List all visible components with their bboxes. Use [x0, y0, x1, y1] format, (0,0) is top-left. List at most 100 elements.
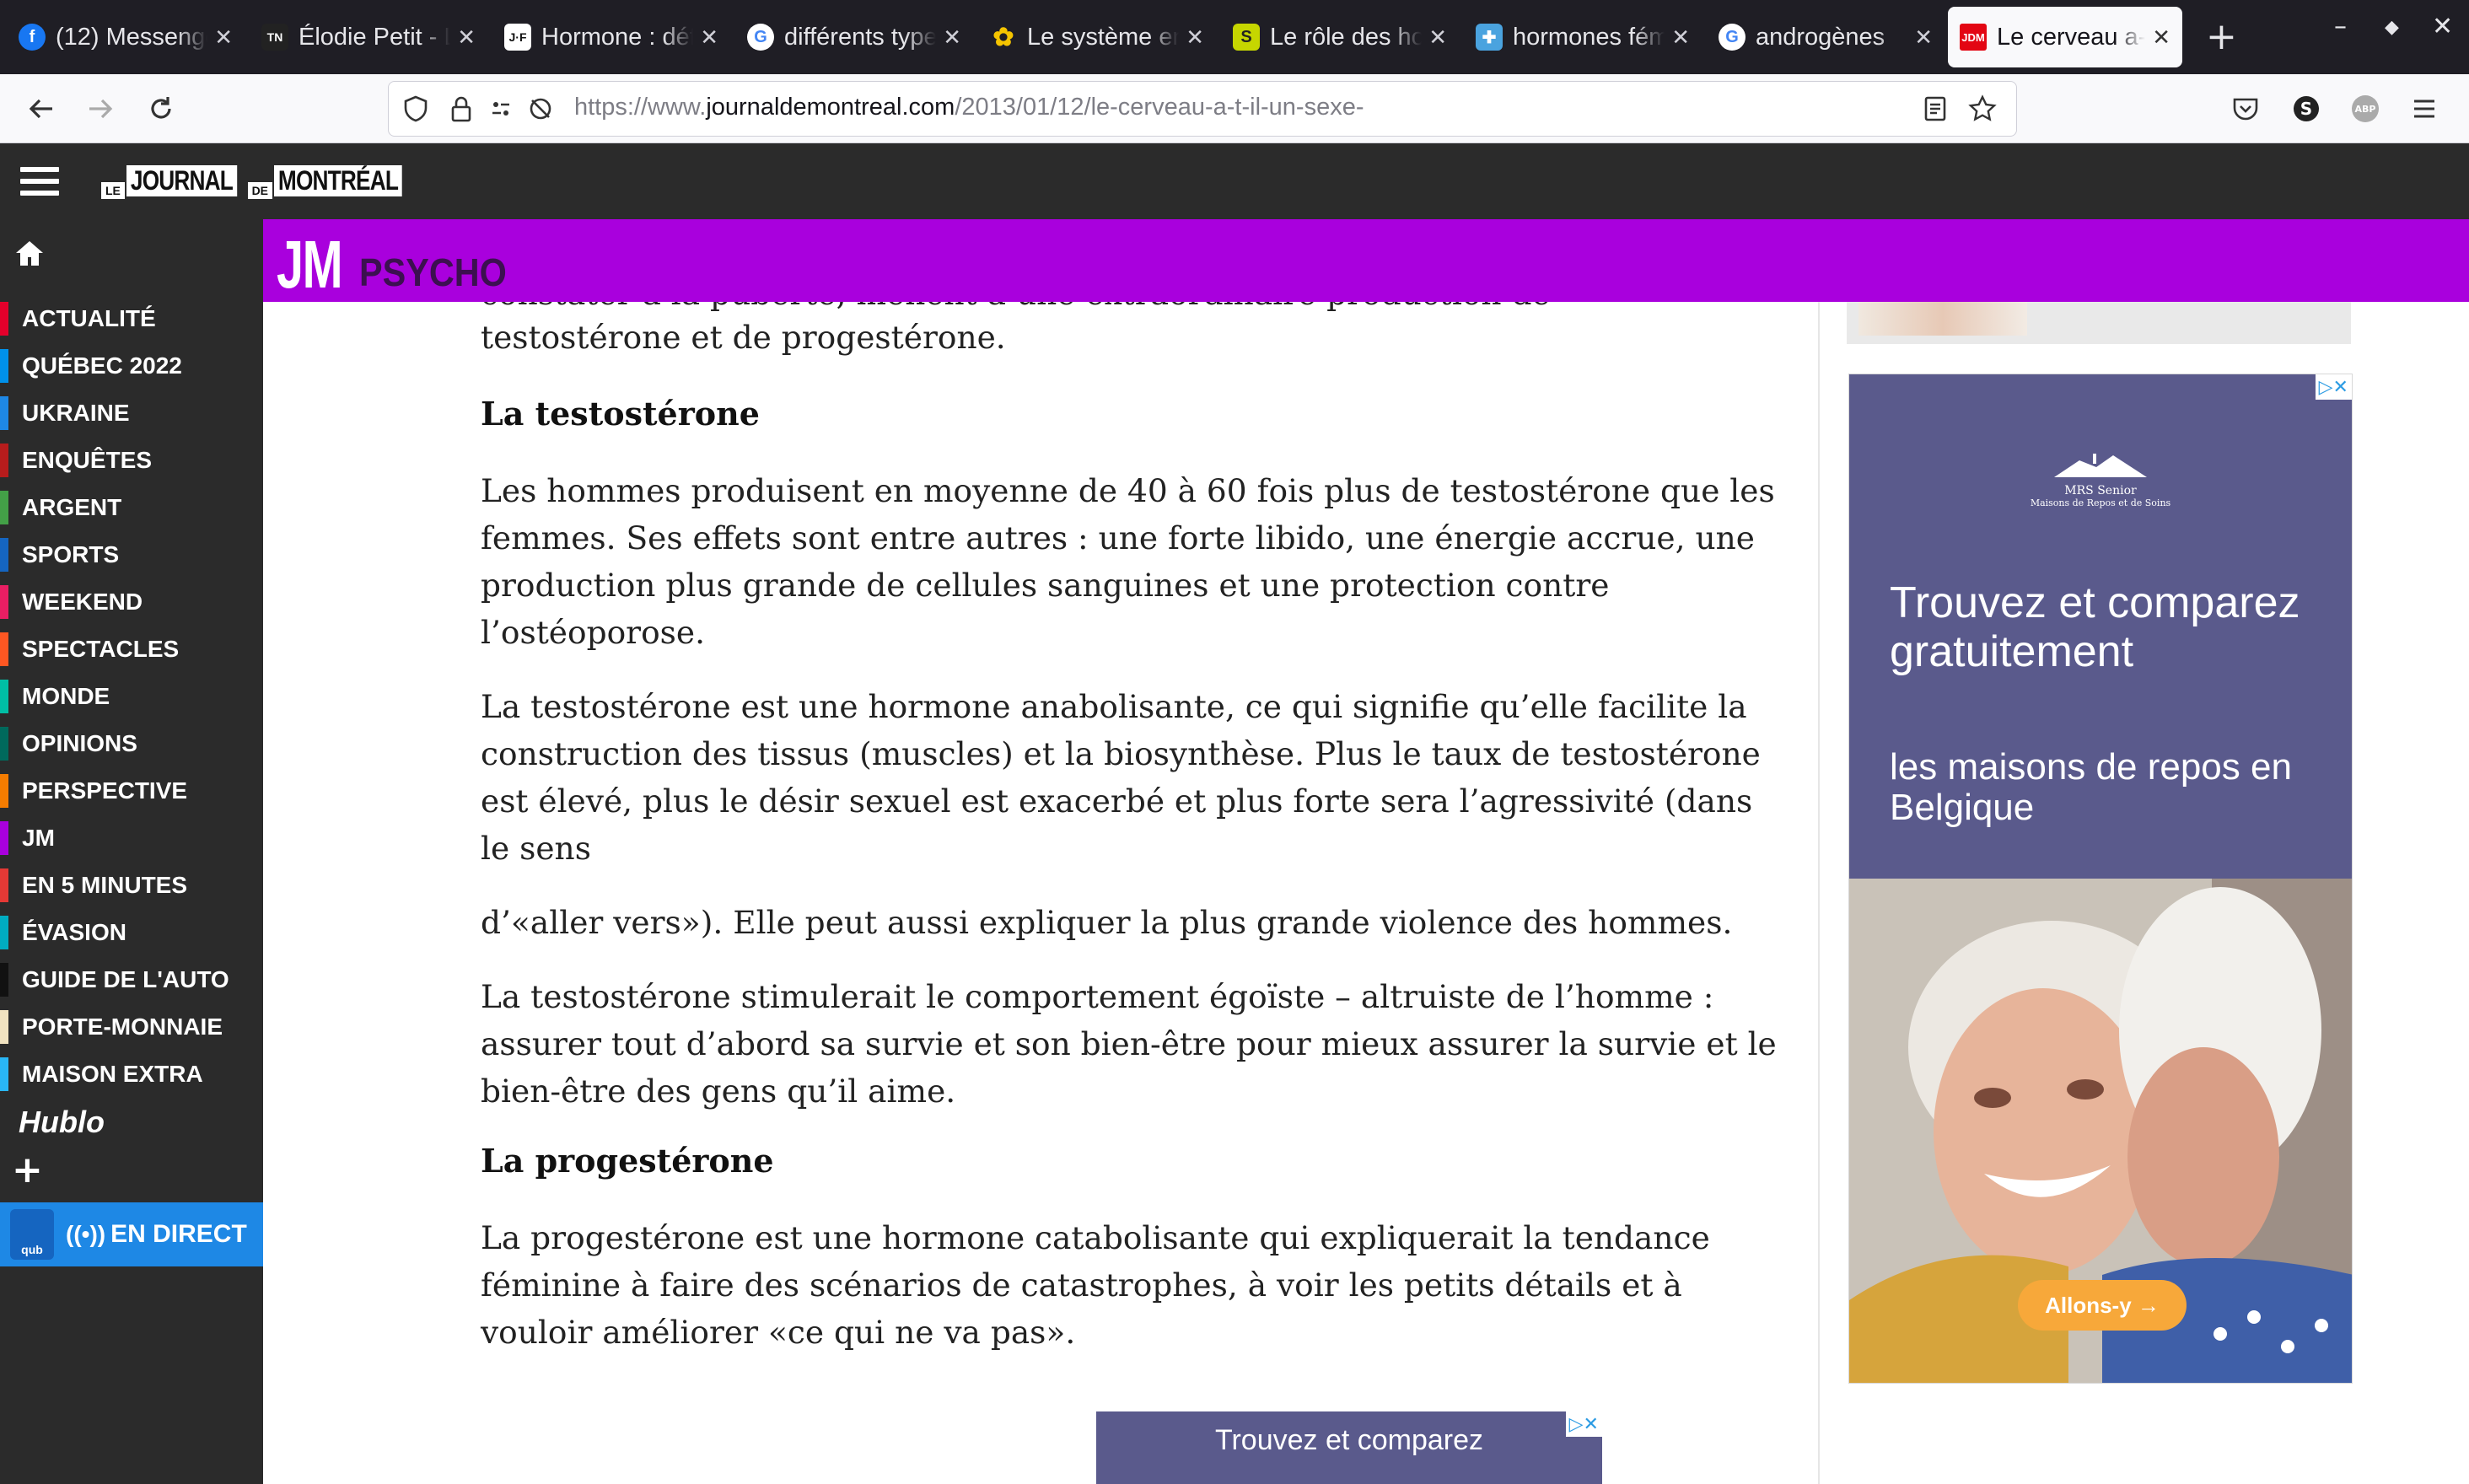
sidebar-previous-card[interactable] [1847, 302, 2351, 344]
reload-button[interactable] [142, 89, 180, 128]
browser-tab-bar: f (12) Messenger ✕ TN Élodie Petit - Les… [0, 0, 2469, 74]
home-icon[interactable] [13, 238, 47, 272]
extension-s-button[interactable]: S [2287, 89, 2326, 128]
pocket-button[interactable] [2226, 89, 2265, 128]
browser-tab[interactable]: f (12) Messenger ✕ [7, 7, 245, 67]
section-color-bar [0, 444, 8, 477]
section-nav-item[interactable]: SPORTS [0, 538, 119, 572]
tab-title: différents types d'hormones [784, 23, 937, 51]
browser-tab[interactable]: ✿ Le système endocrinien ✕ [978, 7, 1216, 67]
live-button[interactable]: qub ((•)) EN DIRECT [0, 1202, 263, 1266]
section-nav-item[interactable]: ÉVASION [0, 916, 126, 949]
jdm-site-icon: JDM [1960, 24, 1987, 51]
journal-de-montreal-logo[interactable]: LE JOURNAL DE MONTRÉAL [100, 162, 430, 199]
new-tab-button[interactable]: + [2206, 15, 2237, 59]
ad-headline: Trouvez et comparez gratuitement [1890, 578, 2300, 676]
section-nav-label: ÉVASION [22, 919, 126, 945]
browser-nav-bar: https://www.journaldemontreal.com/2013/0… [0, 74, 2469, 143]
url-text[interactable]: https://www.journaldemontreal.com/2013/0… [574, 94, 1364, 121]
permissions-icon[interactable] [488, 92, 522, 126]
inline-ad-text: Trouvez et comparez [1214, 1424, 1484, 1456]
lock-icon[interactable] [444, 92, 478, 126]
section-nav-item[interactable]: QUÉBEC 2022 [0, 349, 182, 383]
inline-advertisement[interactable]: Trouvez et comparez ▷✕ [1096, 1411, 1602, 1484]
bookmark-star-icon[interactable] [1966, 92, 1999, 126]
restore-icon[interactable]: ◆ [2385, 17, 2399, 38]
section-nav-item[interactable]: EN 5 MINUTES [0, 868, 187, 902]
tab-title: Élodie Petit - Les hormones [299, 23, 450, 51]
url-bar[interactable]: https://www.journaldemontreal.com/2013/0… [388, 81, 2017, 137]
shield-icon[interactable] [399, 92, 433, 126]
section-jm-logo[interactable]: JM [277, 226, 343, 304]
forward-button[interactable] [81, 89, 120, 128]
tracking-blocked-icon[interactable] [524, 92, 557, 126]
browser-tab[interactable]: S Le rôle des hormones ✕ [1221, 7, 1459, 67]
jdf-site-icon: J·F [504, 24, 531, 51]
mrs-senior-logo: MRS Senior Maisons de Repos et de Soins [1849, 452, 2352, 508]
window-close-icon[interactable]: ✕ [2432, 12, 2453, 41]
close-icon[interactable]: ✕ [214, 24, 233, 51]
section-color-bar [0, 538, 8, 572]
tab-title: Hormone : définition [541, 23, 694, 51]
reader-view-icon[interactable] [1918, 92, 1952, 126]
close-icon[interactable]: ✕ [457, 24, 476, 51]
close-icon[interactable]: ✕ [1428, 24, 1447, 51]
url-scheme: https://www. [574, 94, 707, 121]
section-nav-item[interactable]: ACTUALITÉ [0, 302, 156, 336]
section-nav-item[interactable]: MONDE [0, 680, 110, 713]
back-button[interactable] [22, 89, 61, 128]
broadcast-icon: ((•)) [66, 1221, 106, 1247]
site-menu-icon[interactable] [20, 167, 59, 197]
ad-cta-button[interactable]: Allons-y → [2018, 1280, 2187, 1331]
close-icon[interactable]: ✕ [2152, 24, 2170, 51]
section-nav-item[interactable]: JM [0, 821, 55, 855]
section-nav-item[interactable]: UKRAINE [0, 396, 130, 430]
section-color-bar [0, 585, 8, 619]
section-color-bar [0, 868, 8, 902]
logo-de: DE [247, 182, 273, 199]
section-nav-item[interactable]: MAISON EXTRA [0, 1057, 203, 1091]
browser-tab[interactable]: G différents types d'hormones ✕ [735, 7, 973, 67]
hublo-link[interactable]: Hublo [19, 1105, 105, 1140]
browser-tab[interactable]: J·F Hormone : définition ✕ [492, 7, 730, 67]
section-nav-item[interactable]: WEEKEND [0, 585, 143, 619]
close-icon[interactable]: ✕ [1186, 24, 1204, 51]
section-nav-item[interactable]: SPECTACLES [0, 632, 179, 666]
browser-tab[interactable]: TN Élodie Petit - Les hormones ✕ [250, 7, 487, 67]
app-menu-button[interactable] [2405, 89, 2444, 128]
section-nav-label: PORTE-MONNAIE [22, 1014, 223, 1040]
section-nav-item[interactable]: GUIDE DE L'AUTO [0, 963, 229, 997]
close-icon[interactable]: ✕ [1671, 24, 1690, 51]
section-sidebar: ACTUALITÉ QUÉBEC 2022 UKRAINE ENQUÊTES ARGEN… [0, 219, 263, 1484]
hamburger-menu-icon [2414, 99, 2434, 118]
section-color-bar [0, 680, 8, 713]
section-title[interactable]: PSYCHO [359, 250, 507, 295]
adchoices-icon[interactable]: ▷✕ [1565, 1411, 1602, 1437]
section-nav-item[interactable]: PERSPECTIVE [0, 774, 187, 808]
close-icon[interactable]: ✕ [700, 24, 718, 51]
article-paragraph: La testostérone est une hormone anabolis… [481, 688, 1761, 867]
section-nav-item[interactable]: PORTE-MONNAIE [0, 1010, 223, 1044]
section-color-bar [0, 1010, 8, 1044]
logo-le: LE [101, 182, 125, 199]
section-nav-item[interactable]: OPINIONS [0, 727, 137, 761]
adblock-plus-button[interactable]: ABP [2346, 89, 2385, 128]
sidebar-advertisement[interactable]: ▷✕ MRS Senior Maisons de Repos et de Soi… [1848, 374, 2353, 1384]
site-header: LE JOURNAL DE MONTRÉAL [0, 143, 2469, 219]
browser-tab[interactable]: ✚ hormones féminines ✕ [1464, 7, 1702, 67]
browser-tab[interactable]: G androgènes ✕ [1707, 7, 1945, 67]
close-icon[interactable]: ✕ [943, 24, 961, 51]
section-nav-label: MAISON EXTRA [22, 1061, 203, 1087]
close-icon[interactable]: ✕ [1914, 24, 1933, 51]
flower-icon: ✿ [992, 23, 1014, 51]
adchoices-icon[interactable]: ▷✕ [2315, 374, 2352, 400]
section-nav-item[interactable]: ENQUÊTES [0, 444, 152, 477]
browser-tab-active[interactable]: JDM Le cerveau a-t-il un sexe ✕ [1948, 7, 2182, 67]
more-sections-icon[interactable]: + [12, 1152, 43, 1189]
article-body: constater à la puberté, mènent à une ext… [263, 302, 1818, 1484]
minimize-icon[interactable]: – [2334, 12, 2347, 41]
article-paragraph-clipped: constater à la puberté, mènent à une ext… [481, 302, 1551, 312]
section-nav-item[interactable]: ARGENT [0, 491, 121, 524]
reload-icon [151, 97, 171, 119]
section-nav-label: UKRAINE [22, 400, 130, 426]
